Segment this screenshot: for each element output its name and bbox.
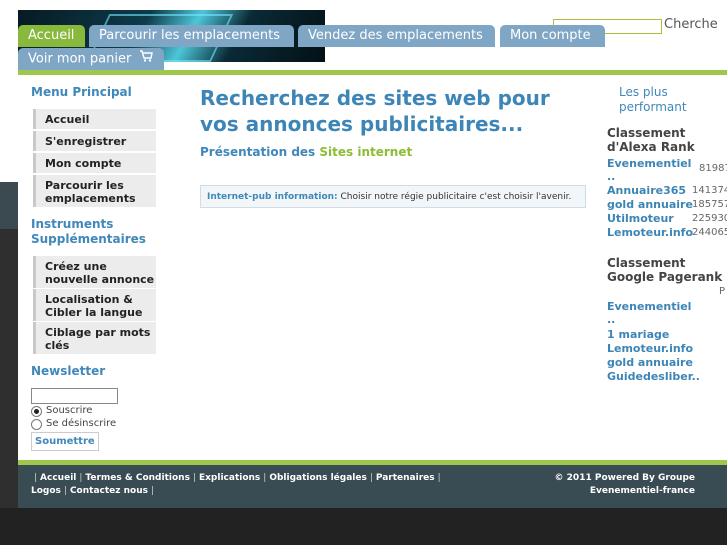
footer-copyright: © 2011 Powered By Groupe Evenementiel-fr… xyxy=(554,473,695,496)
search-button[interactable]: Cherche xyxy=(664,17,718,32)
google-item-lemoteur[interactable]: Lemoteur.info xyxy=(607,342,693,355)
footer-link-partenaires[interactable]: Partenaires xyxy=(376,473,435,483)
info-label: Internet-pub information: xyxy=(207,192,338,202)
right-column-title: Les plus performant xyxy=(619,85,687,114)
google-extra-text: P xyxy=(719,286,726,297)
tab-accueil[interactable]: Accueil xyxy=(18,25,85,47)
newsletter-submit-button[interactable]: Soumettre xyxy=(31,432,99,451)
page-heading: Recherchez des sites web pour vos annonc… xyxy=(200,86,550,136)
footer-links: | Accueil | Termes & Conditions | Explication… xyxy=(31,473,441,496)
footer-link-logos[interactable]: Logos xyxy=(31,486,61,496)
cart-icon xyxy=(139,48,154,70)
google-item-gold-annuaire[interactable]: gold annuaire xyxy=(607,356,693,369)
tab-panier[interactable]: Voir mon panier xyxy=(18,48,164,70)
footer-link-termes[interactable]: Termes & Conditions xyxy=(85,473,190,483)
sidebar-item-ciblage[interactable]: Ciblage par mots clés xyxy=(33,322,156,354)
cart-label: Voir mon panier xyxy=(28,51,132,67)
footer-link-contact[interactable]: Contactez nous xyxy=(70,486,148,496)
sidebar-item-mon-compte[interactable]: Mon compte xyxy=(33,153,156,173)
newsletter-title: Newsletter xyxy=(31,364,106,378)
footer-link-obligations[interactable]: Obligations légales xyxy=(269,473,367,483)
tab-parcourir[interactable]: Parcourir les emplacements xyxy=(89,25,294,47)
tab-vendez[interactable]: Vendez des emplacements xyxy=(298,25,495,47)
unsubscribe-radio[interactable] xyxy=(31,419,42,430)
presentation-prefix: Présentation des xyxy=(200,145,316,159)
subscribe-radio[interactable] xyxy=(31,406,42,417)
google-item-evenementiel[interactable]: Evenementiel .. xyxy=(607,300,691,326)
info-box: Internet-pub information: Choisir notre … xyxy=(200,185,586,208)
alexa-heading: Classement d'Alexa Rank xyxy=(607,126,695,154)
tab-mon-compte[interactable]: Mon compte xyxy=(500,25,605,47)
footer-link-explications[interactable]: Explications xyxy=(199,473,260,483)
footer-link-accueil[interactable]: Accueil xyxy=(40,473,76,483)
google-item-1-mariage[interactable]: 1 mariage xyxy=(607,328,669,341)
page-background-bottom xyxy=(0,508,727,545)
alexa-item-gold-annuaire[interactable]: gold annuaire xyxy=(607,198,693,211)
subscribe-label: Souscrire xyxy=(46,405,93,416)
alexa-item-lemoteur[interactable]: Lemoteur.info xyxy=(607,226,693,239)
google-item-guidedesliber[interactable]: Guidedesliber.. xyxy=(607,370,700,383)
alexa-value: 141374 xyxy=(692,185,727,196)
alexa-item-evenementiel[interactable]: Evenementiel .. xyxy=(607,157,691,183)
google-heading: Classement Google Pagerank xyxy=(607,256,723,284)
newsletter-email-input[interactable] xyxy=(31,388,118,404)
alexa-value: 244065 xyxy=(692,227,727,238)
alexa-value: 185757 xyxy=(692,199,727,210)
instruments-title: Instruments Supplémentaires xyxy=(31,217,146,246)
alexa-item-utilmoteur[interactable]: Utilmoteur xyxy=(607,212,674,225)
sidebar-item-parcourir[interactable]: Parcourir les emplacements xyxy=(33,175,156,207)
alexa-item-annuaire365[interactable]: Annuaire365 xyxy=(607,184,686,197)
presentation-line: Présentation des Sites internet xyxy=(200,145,412,159)
unsubscribe-label: Se désinscrire xyxy=(46,418,117,429)
menu-principal-title: Menu Principal xyxy=(31,85,132,99)
sidebar-item-localisation[interactable]: Localisation & Cibler la langue xyxy=(33,289,156,321)
sites-internet-link[interactable]: Sites internet xyxy=(319,145,412,159)
sidebar-item-accueil[interactable]: Accueil xyxy=(33,109,156,129)
alexa-value: 225930 xyxy=(692,213,727,224)
info-text: Choisir notre régie publicitaire c'est c… xyxy=(340,192,572,202)
alexa-value: 81987 xyxy=(699,163,727,174)
sidebar-item-enregistrer[interactable]: S'enregistrer xyxy=(33,131,156,151)
sidebar-item-nouvelle-annonce[interactable]: Créez une nouvelle annonce xyxy=(33,256,156,288)
